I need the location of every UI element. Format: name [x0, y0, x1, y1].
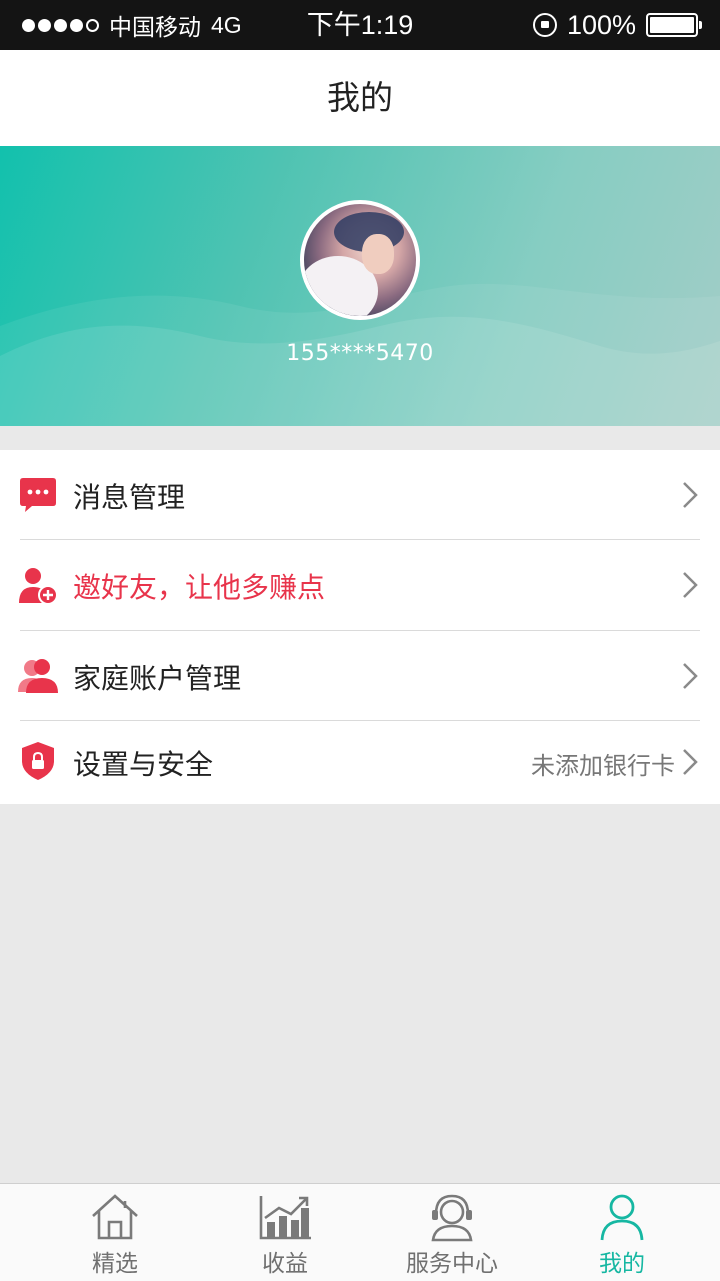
page-title: 我的	[327, 78, 393, 117]
profile-header: 155****5470	[0, 146, 720, 426]
user-phone: 155****5470	[286, 341, 434, 366]
tab-label: 服务中心	[406, 1251, 498, 1277]
chevron-right-icon	[683, 749, 698, 775]
battery-percent: 100%	[566, 9, 636, 40]
tab-label: 收益	[262, 1251, 308, 1277]
chevron-right-icon	[683, 482, 698, 508]
menu-item-label: 消息管理	[73, 481, 186, 514]
menu-item-settings-security[interactable]: 设置与安全 未添加银行卡	[0, 721, 720, 804]
bank-card-status: 未添加银行卡	[531, 752, 675, 780]
chevron-right-icon	[683, 572, 698, 598]
tab-mine[interactable]: 我的	[532, 1184, 712, 1281]
menu-item-messages[interactable]: 消息管理	[0, 450, 720, 540]
tab-featured[interactable]: 精选	[25, 1184, 205, 1281]
nav-bar: 我的	[0, 50, 720, 146]
add-friend-icon	[19, 568, 58, 605]
rotation-lock-icon	[532, 13, 557, 37]
menu-item-invite-friends[interactable]: 邀好友，让他多赚点	[0, 540, 720, 630]
menu-list: 消息管理 邀好友，让他多赚点 家庭账户管理 设置与安全 未添加银行卡	[0, 450, 720, 804]
chart-icon	[259, 1196, 311, 1240]
shield-lock-icon	[22, 742, 54, 780]
avatar[interactable]	[300, 200, 420, 320]
menu-item-label: 设置与安全	[73, 748, 214, 781]
menu-item-family-account[interactable]: 家庭账户管理	[0, 631, 720, 721]
headset-icon	[431, 1194, 473, 1242]
tab-label: 我的	[599, 1251, 645, 1277]
user-icon	[600, 1194, 644, 1241]
message-icon	[20, 478, 56, 512]
family-users-icon	[18, 659, 58, 693]
tab-service-center[interactable]: 服务中心	[362, 1184, 542, 1281]
chevron-right-icon	[683, 663, 698, 689]
tab-label: 精选	[92, 1251, 138, 1277]
status-bar: 中国移动 4G 下午1:19 100%	[0, 0, 720, 50]
home-icon	[92, 1194, 138, 1240]
battery-icon	[646, 13, 702, 37]
tab-earnings[interactable]: 收益	[195, 1184, 375, 1281]
tab-bar: 精选 收益 服务中心 我的	[0, 1183, 720, 1281]
menu-item-label: 家庭账户管理	[73, 662, 242, 695]
menu-item-label: 邀好友，让他多赚点	[73, 571, 326, 604]
